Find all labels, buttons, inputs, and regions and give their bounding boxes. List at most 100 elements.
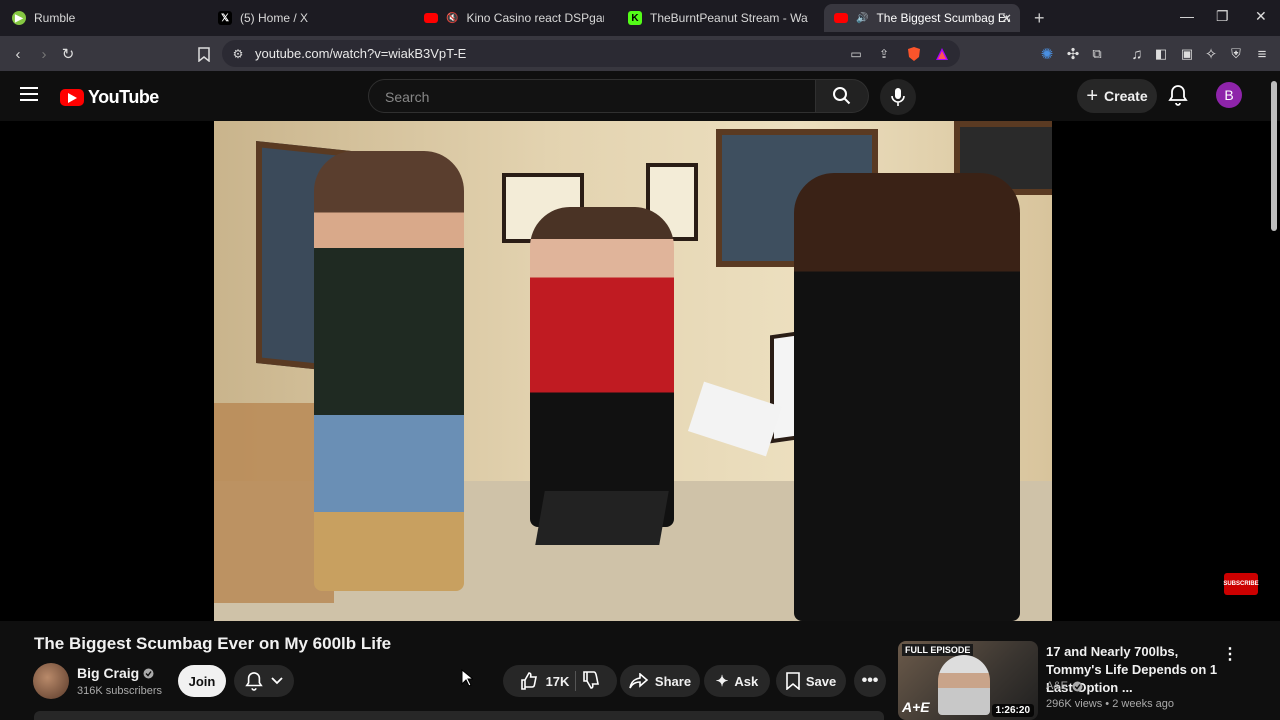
scrollbar-thumb[interactable] [1271,81,1277,231]
recommended-thumbnail[interactable]: FULL EPISODE A+E 1:26:20 [898,641,1038,720]
share-icon [629,673,649,689]
back-icon[interactable]: ‹ [8,44,28,64]
subscribe-watermark[interactable]: SUBSCRIBE [1223,573,1259,595]
account-avatar[interactable]: B [1216,82,1242,108]
wallet-icon[interactable]: ▣ [1177,44,1197,64]
menu-icon[interactable]: ≡ [1252,44,1272,64]
url-text: youtube.com/watch?v=wiakB3VpT-E [255,46,467,61]
screenshot-icon[interactable]: ⧉ [1087,44,1107,64]
vpn-shield-icon[interactable]: ⛨ [1226,44,1246,64]
speaker-icon[interactable]: 🔊 [856,13,868,24]
share-page-icon[interactable]: ⇪ [874,44,894,64]
video-title: The Biggest Scumbag Ever on My 600lb Lif… [34,634,392,653]
save-button[interactable]: Save [776,665,846,697]
brave-rewards-icon[interactable] [932,44,952,64]
address-bar[interactable]: ⚙ youtube.com/watch?v=wiakB3VpT-E ▭ ⇪ [222,40,960,67]
logo-text: YouTube [88,87,159,107]
video-frame[interactable] [214,121,1052,621]
page-scrollbar[interactable] [1270,75,1278,235]
restore-icon[interactable]: ❐ [1216,8,1229,25]
sparkle-icon: ✦ [715,673,729,690]
like-dislike-group: 17K [503,665,617,697]
media-icon[interactable]: ♫ [1127,44,1147,64]
chevron-down-icon [271,677,283,685]
more-vertical-icon[interactable]: ⋮ [1222,644,1238,664]
join-button[interactable]: Join [178,665,226,697]
leo-ai-icon[interactable]: ✧ [1201,44,1221,64]
tab-active-video[interactable]: 🔊 The Biggest Scumbag Ever on ✕ [824,4,1020,32]
scene-nurse [794,173,1020,621]
verified-icon [143,668,154,678]
thumbs-up-icon [520,672,537,690]
thumbnail-person [938,655,990,715]
like-divider [575,671,577,691]
minimize-icon[interactable]: — [1180,8,1194,24]
site-settings-icon[interactable]: ⚙ [228,44,248,64]
vpn-icon[interactable]: ✺ [1037,44,1057,64]
search-input[interactable] [383,86,787,108]
video-duration: 1:26:20 [991,704,1034,717]
microphone-icon [891,88,905,106]
recommended-channel[interactable]: A&E [1046,680,1083,692]
notifications-button[interactable] [1168,84,1188,111]
more-actions-button[interactable]: ••• [854,665,886,697]
share-button[interactable]: Share [620,665,700,697]
youtube-icon [424,13,438,23]
verified-icon [1072,681,1083,691]
channel-name-text: Big Craig [77,665,140,681]
video-player[interactable]: SUBSCRIBE [0,121,1280,621]
recommended-meta: 296K views • 2 weeks ago [1046,698,1174,710]
tab-rumble[interactable]: ▶ Rumble [12,4,202,32]
recommended-channel-name: A&E [1046,680,1069,692]
sidebar-icon[interactable]: ◧ [1151,44,1171,64]
create-button[interactable]: + Create [1077,79,1157,113]
youtube-logo[interactable]: YouTube [60,87,159,108]
close-window-icon[interactable]: ✕ [1255,8,1267,25]
browser-toolbar: ‹ › ↻ ⚙ youtube.com/watch?v=wiakB3VpT-E … [0,36,1280,71]
ask-label: Ask [734,673,759,689]
description-box[interactable] [34,711,884,720]
scene-man [314,151,464,591]
tab-burnt-peanut[interactable]: K TheBurntPeanut Stream - Watch Live [628,4,808,32]
muted-speaker-icon[interactable]: 🔇 [446,13,458,24]
ask-button[interactable]: ✦ Ask [704,665,770,697]
like-button[interactable]: 17K [520,672,570,690]
tab-x-home[interactable]: 𝕏 (5) Home / X [218,4,408,32]
browser-tab-strip: ▶ Rumble 𝕏 (5) Home / X 🔇 Kino Casino re… [0,0,1280,36]
share-label: Share [654,673,692,689]
tab-title: TheBurntPeanut Stream - Watch Live [650,11,808,25]
rumble-icon: ▶ [12,11,26,25]
bell-icon [1168,85,1188,106]
search-button[interactable] [815,79,869,113]
channel-avatar[interactable] [33,663,69,699]
dislike-button[interactable] [582,670,600,692]
plus-icon: + [1086,84,1099,107]
cast-icon[interactable]: ▭ [846,44,866,64]
reload-icon[interactable]: ↻ [58,44,78,64]
extensions-icon[interactable]: ✣ [1063,44,1083,64]
channel-name[interactable]: Big Craig [77,665,154,681]
scene-scale [535,491,669,545]
kick-icon: K [628,11,642,25]
tab-kino-casino[interactable]: 🔇 Kino Casino react DSPgamings W [424,4,604,32]
thumbs-down-icon [583,670,600,689]
scene-woman-center [530,207,674,527]
forward-icon[interactable]: › [34,44,54,64]
more-horizontal-icon: ••• [861,672,879,689]
brave-shields-icon[interactable] [904,44,924,64]
save-label: Save [805,673,837,689]
guide-menu-icon[interactable] [20,87,38,101]
avatar-letter: B [1224,87,1234,103]
tab-title: Kino Casino react DSPgamings W [466,11,604,25]
youtube-header: YouTube + Create B [0,71,1280,121]
subscription-notifications-button[interactable] [234,665,294,697]
tab-title: The Biggest Scumbag Ever on [876,11,1010,25]
close-tab-icon[interactable]: ✕ [1001,11,1012,27]
voice-search-button[interactable] [880,79,916,115]
x-icon: 𝕏 [218,11,232,25]
tab-title: (5) Home / X [240,11,309,25]
mouse-cursor-icon [461,669,473,687]
like-count: 17K [545,673,570,689]
new-tab-icon[interactable]: + [1034,8,1045,29]
bookmark-icon[interactable] [194,44,214,64]
